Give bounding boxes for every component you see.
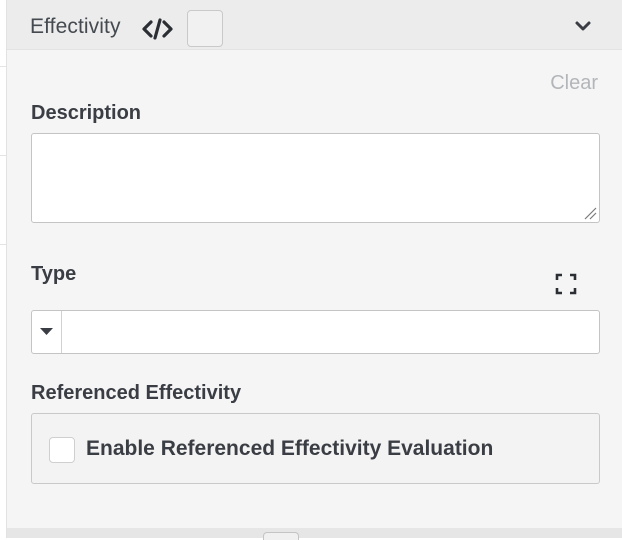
type-label: Type (31, 263, 77, 285)
fullscreen-expand-icon[interactable] (554, 272, 578, 296)
panel-title: Effectivity (30, 15, 121, 38)
panel-header[interactable]: Effectivity (7, 0, 622, 50)
referenced-effectivity-box: Enable Referenced Effectivity Evaluation (31, 413, 600, 484)
effectivity-panel: Effectivity Clear Description Type Refer… (6, 0, 622, 540)
type-select[interactable] (31, 310, 600, 354)
description-textarea[interactable] (31, 133, 600, 223)
drag-handle[interactable] (263, 532, 299, 540)
code-brackets-icon[interactable] (142, 17, 174, 41)
caret-down-icon (40, 328, 53, 335)
dropdown-toggle[interactable] (32, 311, 62, 353)
chevron-down-icon[interactable] (574, 19, 592, 33)
enable-referenced-effectivity-checkbox[interactable] (49, 437, 75, 463)
resize-grip-icon[interactable] (583, 206, 597, 220)
panel-footer-bar (7, 528, 622, 540)
referenced-effectivity-label: Referenced Effectivity (31, 382, 242, 404)
description-label: Description (31, 102, 142, 124)
header-toggle-box[interactable] (187, 10, 223, 47)
enable-referenced-effectivity-label[interactable]: Enable Referenced Effectivity Evaluation (86, 437, 493, 461)
clear-link[interactable]: Clear (550, 72, 598, 95)
